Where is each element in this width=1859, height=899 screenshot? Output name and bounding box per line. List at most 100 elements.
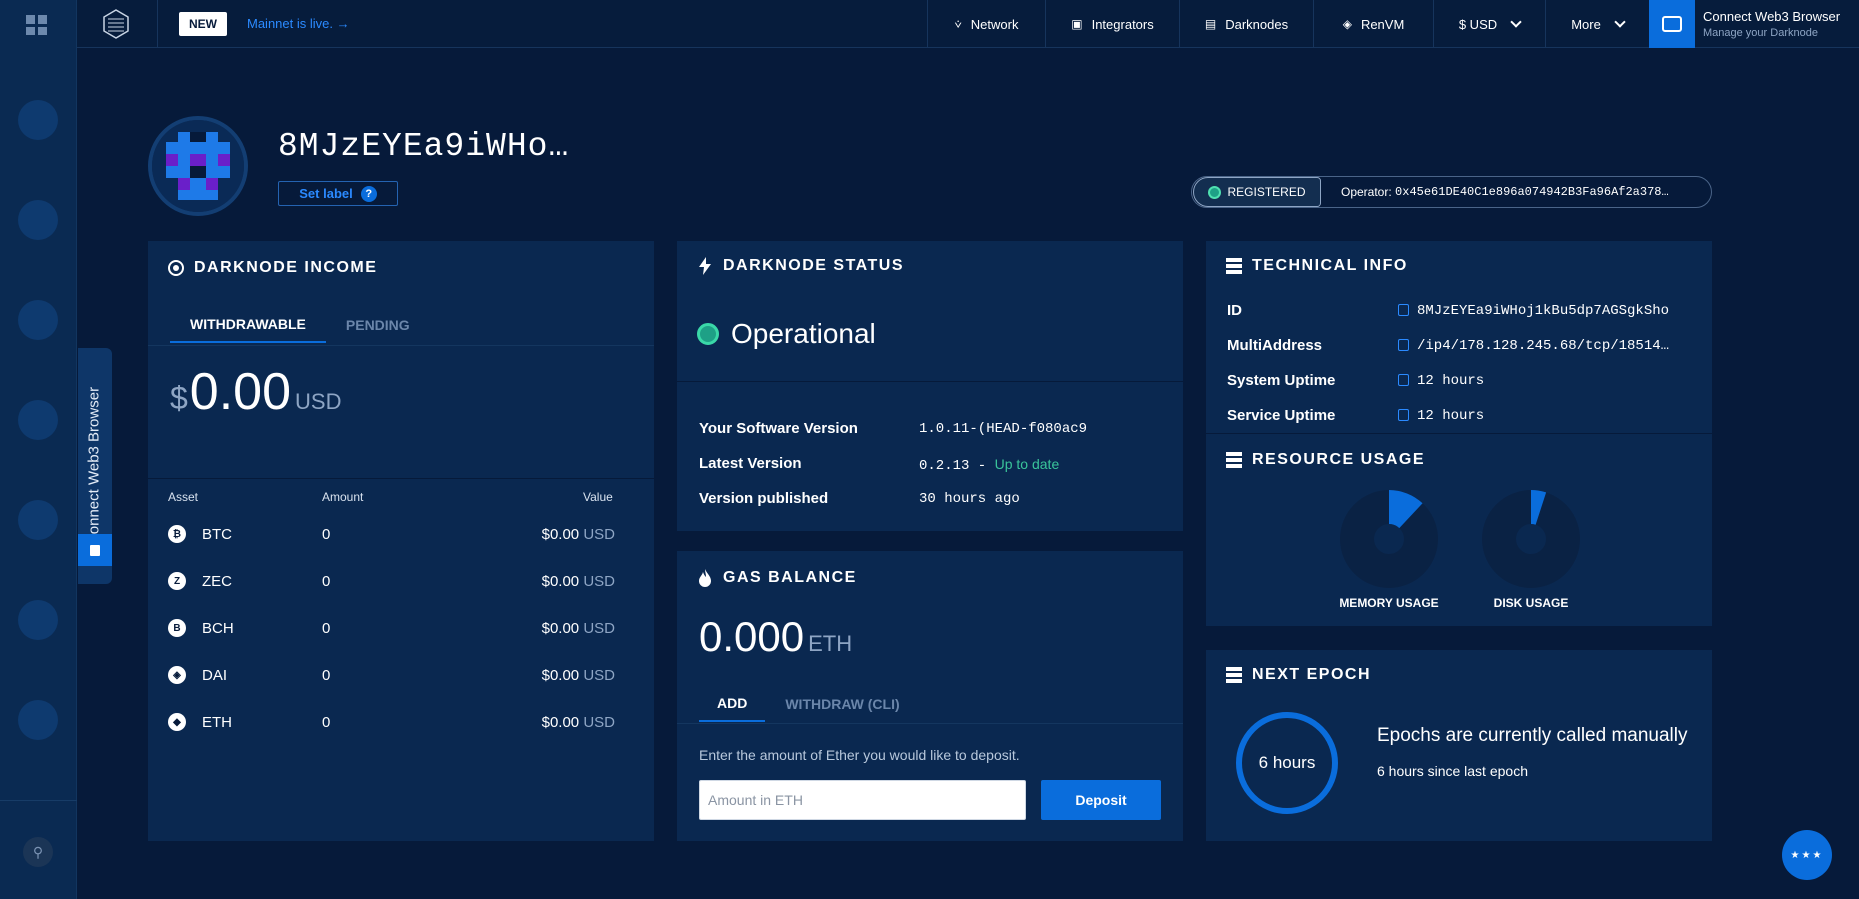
registration-status-bar: REGISTERED Operator: 0x45e61DE40C1e896a0… bbox=[1191, 176, 1712, 208]
sidebar-node-avatar[interactable] bbox=[18, 100, 58, 140]
asset-symbol: ZEC bbox=[202, 572, 232, 590]
copy-icon[interactable] bbox=[1398, 339, 1409, 351]
technical-info-title: TECHNICAL INFO bbox=[1226, 257, 1408, 275]
sidebar-node-avatar[interactable] bbox=[18, 600, 58, 640]
share-icon: ⩒ bbox=[954, 16, 962, 31]
set-label-button[interactable]: Set label ? bbox=[278, 181, 398, 206]
more-menu[interactable]: More bbox=[1545, 0, 1649, 48]
connect-web3-tab-label[interactable]: Connect Web3 Browser bbox=[86, 387, 103, 545]
amount-column-header: Amount bbox=[322, 490, 364, 504]
copy-icon[interactable] bbox=[1398, 409, 1409, 421]
eth-amount-input[interactable] bbox=[699, 780, 1026, 820]
left-sidebar: ⚲ bbox=[0, 0, 77, 899]
sidebar-node-avatar[interactable] bbox=[18, 500, 58, 540]
search-icon[interactable]: ⚲ bbox=[23, 837, 53, 867]
identicon-icon bbox=[152, 120, 244, 212]
sidebar-node-avatar[interactable] bbox=[18, 300, 58, 340]
asset-symbol: BCH bbox=[202, 619, 234, 637]
nav-darknodes[interactable]: ▤ Darknodes bbox=[1179, 0, 1313, 48]
version-published-value: 30 hours ago bbox=[919, 491, 1020, 507]
help-icon[interactable]: ? bbox=[360, 185, 377, 202]
chevron-down-icon bbox=[1614, 15, 1626, 28]
server-icon: ▤ bbox=[1204, 17, 1217, 31]
asset-value-amount: $0.00 bbox=[541, 713, 580, 731]
operator-address[interactable]: Operator: 0x45e61DE40C1e896a074942B3Fa96… bbox=[1321, 177, 1669, 207]
income-currency-symbol: $ bbox=[170, 380, 188, 416]
nav-renvm-label: RenVM bbox=[1360, 16, 1405, 32]
server-icon bbox=[1226, 258, 1242, 274]
chevron-down-icon bbox=[1510, 15, 1522, 28]
latest-version-value: 0.2.13 - Up to date bbox=[919, 456, 1059, 474]
deposit-button[interactable]: Deposit bbox=[1041, 780, 1161, 820]
darknode-income-title-text: DARKNODE INCOME bbox=[194, 259, 378, 276]
tab-withdraw-cli[interactable]: WITHDRAW (CLI) bbox=[765, 685, 919, 722]
nav-network[interactable]: ⩒ Network bbox=[927, 0, 1045, 48]
version-published-label: Version published bbox=[699, 490, 829, 507]
topbar-divider bbox=[157, 0, 158, 48]
connect-web3-button[interactable]: Connect Web3 Browser Manage your Darknod… bbox=[1649, 0, 1859, 48]
asset-value-unit: USD bbox=[583, 713, 615, 731]
apps-grid-icon[interactable] bbox=[26, 15, 48, 35]
mainnet-announcement-link[interactable]: Mainnet is live. → bbox=[247, 16, 350, 31]
darknode-status-title: DARKNODE STATUS bbox=[697, 257, 904, 275]
dai-icon: ◈ bbox=[168, 666, 186, 684]
asset-amount: 0 bbox=[322, 619, 331, 637]
chat-help-button[interactable]: ★★★ bbox=[1782, 830, 1832, 880]
currency-selector[interactable]: $ USD bbox=[1433, 0, 1545, 48]
next-epoch-title: NEXT EPOCH bbox=[1226, 666, 1371, 684]
asset-row-bch: B BCH 0 $0.00 USD bbox=[168, 615, 615, 641]
asset-amount: 0 bbox=[322, 525, 331, 543]
asset-symbol: ETH bbox=[202, 713, 232, 731]
server-icon bbox=[1226, 452, 1242, 468]
epoch-headline: Epochs are currently called manually bbox=[1377, 725, 1688, 746]
operational-status: Operational bbox=[697, 318, 876, 350]
asset-value: $0.00 USD bbox=[542, 714, 615, 731]
wallet-icon bbox=[1649, 0, 1695, 48]
asset-column-header: Asset bbox=[168, 490, 199, 504]
sidebar-node-avatar[interactable] bbox=[18, 400, 58, 440]
gas-balance-amount: 0.000 ETH bbox=[699, 613, 852, 661]
asset-amount: 0 bbox=[322, 713, 331, 731]
wallet-icon[interactable] bbox=[78, 534, 112, 566]
ren-logo-icon[interactable] bbox=[103, 9, 129, 39]
gas-balance-title: GAS BALANCE bbox=[697, 569, 857, 587]
eth-icon: ◆ bbox=[168, 713, 186, 731]
tab-withdrawable[interactable]: WITHDRAWABLE bbox=[170, 306, 326, 343]
service-uptime-label: Service Uptime bbox=[1227, 407, 1336, 424]
memory-usage-donut bbox=[1340, 490, 1438, 588]
gas-tabs: ADD WITHDRAW (CLI) bbox=[699, 685, 920, 722]
copy-icon[interactable] bbox=[1398, 374, 1409, 386]
zec-icon: Z bbox=[168, 572, 186, 590]
nav-renvm[interactable]: ◈ RenVM bbox=[1313, 0, 1433, 48]
btc-icon: ₿ bbox=[168, 525, 186, 543]
asset-value-amount: $0.00 bbox=[541, 666, 580, 684]
sidebar-node-avatar[interactable] bbox=[18, 200, 58, 240]
asset-value-unit: USD bbox=[583, 666, 615, 684]
deposit-hint: Enter the amount of Ether you would like… bbox=[699, 747, 1020, 763]
layers-icon: ◈ bbox=[1342, 17, 1352, 31]
asset-row-dai: ◈ DAI 0 $0.00 USD bbox=[168, 662, 615, 688]
top-navigation-bar: NEW Mainnet is live. → ⩒ Network ▣ Integ… bbox=[77, 0, 1859, 48]
technical-info-title-text: TECHNICAL INFO bbox=[1252, 257, 1408, 274]
registered-status-badge[interactable]: REGISTERED bbox=[1193, 177, 1321, 207]
new-badge: NEW bbox=[179, 12, 227, 36]
gas-balance-title-text: GAS BALANCE bbox=[723, 569, 857, 586]
gas-amount-unit: ETH bbox=[808, 631, 853, 656]
nav-integrators[interactable]: ▣ Integrators bbox=[1045, 0, 1179, 48]
bch-icon: B bbox=[168, 619, 186, 637]
tab-pending[interactable]: PENDING bbox=[326, 306, 430, 343]
darknode-status-card bbox=[677, 241, 1183, 531]
book-icon: ▣ bbox=[1071, 17, 1083, 31]
status-dot-icon bbox=[1208, 185, 1222, 199]
tab-add[interactable]: ADD bbox=[699, 685, 766, 722]
up-to-date-label: Up to date bbox=[994, 456, 1060, 472]
technical-divider bbox=[1206, 433, 1712, 434]
operator-label: Operator: bbox=[1341, 185, 1392, 199]
software-version-label: Your Software Version bbox=[699, 420, 858, 437]
flame-icon bbox=[697, 569, 713, 587]
sidebar-node-avatar[interactable] bbox=[18, 700, 58, 740]
id-label: ID bbox=[1227, 302, 1242, 319]
copy-icon[interactable] bbox=[1398, 304, 1409, 316]
darknode-avatar bbox=[148, 116, 248, 216]
server-icon bbox=[1226, 667, 1242, 683]
